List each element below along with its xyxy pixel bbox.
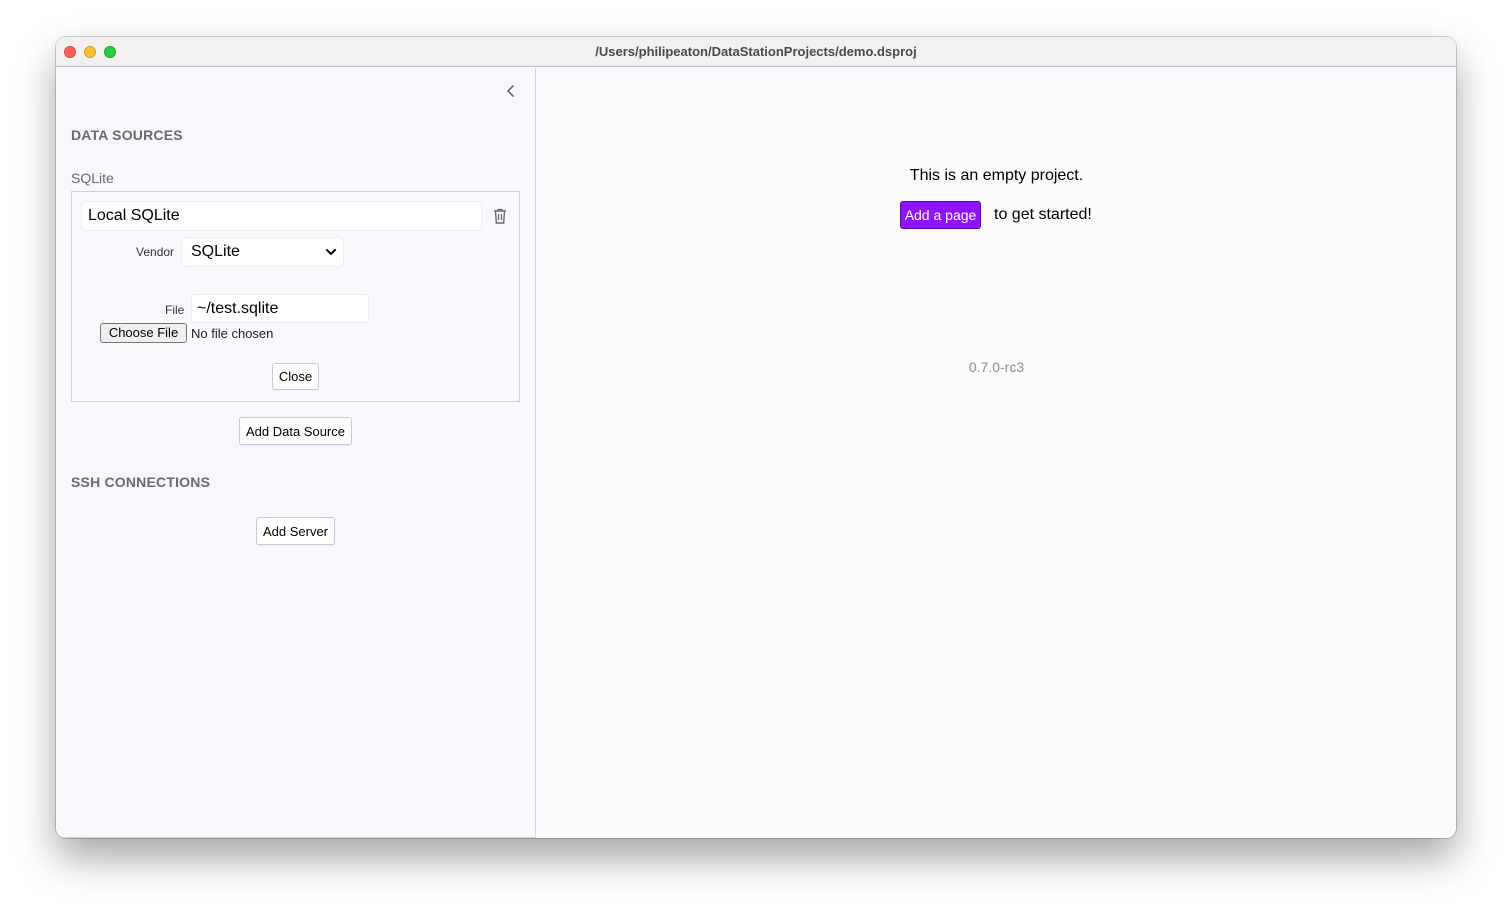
data-source-name-input[interactable]	[81, 201, 482, 231]
add-data-source-button[interactable]: Add Data Source	[239, 417, 352, 445]
no-file-chosen-text: No file chosen	[191, 326, 274, 341]
add-page-button[interactable]: Add a page	[900, 201, 981, 229]
data-source-card: Vendor SQLite File Choose File No file c…	[71, 191, 520, 402]
get-started-text: to get started!	[994, 206, 1092, 223]
close-data-source-button[interactable]: Close	[272, 363, 319, 390]
window-title: /Users/philipeaton/DataStationProjects/d…	[595, 44, 917, 59]
empty-project-message: This is an empty project.	[909, 167, 1084, 184]
sidebar: DATA SOURCES SQLite Vendor SQLite File	[56, 68, 536, 838]
choose-file-button[interactable]: Choose File	[100, 323, 187, 343]
main-panel: This is an empty project. Add a page to …	[537, 68, 1456, 838]
version-label: 0.7.0-rc3	[968, 359, 1025, 375]
vendor-select[interactable]: SQLite	[181, 237, 344, 267]
app-window: /Users/philipeaton/DataStationProjects/d…	[56, 37, 1456, 838]
file-label: File	[165, 303, 185, 317]
file-path-input[interactable]	[191, 294, 369, 323]
vendor-select-value: SQLite	[191, 243, 240, 260]
chevron-left-icon	[507, 85, 514, 97]
add-server-button[interactable]: Add Server	[256, 517, 335, 545]
collapse-sidebar-button[interactable]	[502, 82, 520, 100]
delete-data-source-button[interactable]	[492, 207, 508, 225]
trash-icon	[494, 208, 506, 224]
ssh-connections-heading: SSH CONNECTIONS	[71, 474, 211, 490]
title-bar: /Users/philipeaton/DataStationProjects/d…	[56, 37, 1456, 67]
data-sources-heading: DATA SOURCES	[71, 127, 183, 143]
data-source-type-label: SQLite	[71, 170, 114, 186]
chevron-down-icon	[326, 249, 336, 255]
vendor-label: Vendor	[136, 245, 175, 259]
